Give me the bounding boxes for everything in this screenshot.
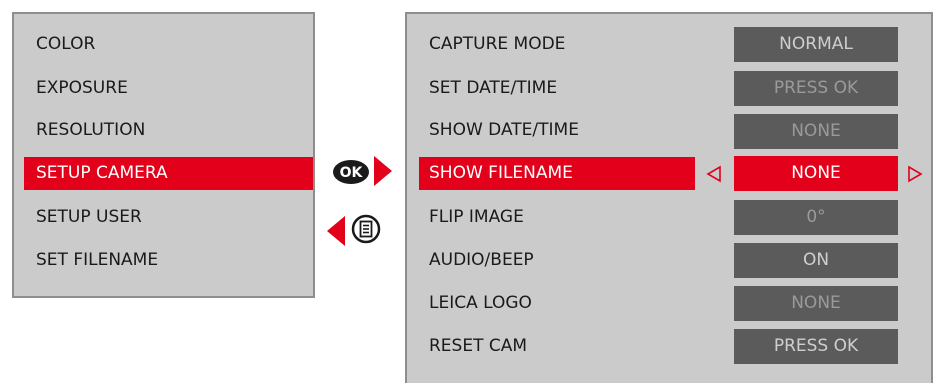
setting-label-reset-cam[interactable]: RESET CAM (419, 330, 695, 363)
setting-value-audio-beep[interactable]: ON (734, 243, 898, 278)
setting-value-show-date-time[interactable]: NONE (734, 114, 898, 149)
setup-camera-panel: CAPTURE MODE NORMAL SET DATE/TIME PRESS … (405, 12, 933, 383)
menu-item-color[interactable]: COLOR (24, 28, 313, 61)
back-arrow-icon (327, 216, 345, 246)
setting-label-audio-beep[interactable]: AUDIO/BEEP (419, 244, 695, 277)
setting-label-flip-image[interactable]: FLIP IMAGE (419, 201, 695, 234)
setting-label-set-date-time[interactable]: SET DATE/TIME (419, 72, 695, 105)
menu-item-setup-user[interactable]: SETUP USER (24, 201, 313, 234)
setting-value-leica-logo[interactable]: NONE (734, 286, 898, 321)
menu-item-resolution[interactable]: RESOLUTION (24, 114, 313, 147)
main-menu-panel: COLOR EXPOSURE RESOLUTION SETUP CAMERA S… (12, 12, 315, 298)
value-next-arrow-icon[interactable] (906, 165, 924, 183)
setting-value-reset-cam[interactable]: PRESS OK (734, 329, 898, 364)
setting-label-leica-logo[interactable]: LEICA LOGO (419, 287, 695, 320)
setting-label-show-filename[interactable]: SHOW FILENAME (419, 157, 695, 190)
setting-label-show-date-time[interactable]: SHOW DATE/TIME (419, 114, 695, 147)
ok-icon-label: OK (340, 165, 364, 181)
setting-value-capture-mode[interactable]: NORMAL (734, 27, 898, 62)
setting-value-set-date-time[interactable]: PRESS OK (734, 71, 898, 106)
menu-button-icon[interactable] (351, 214, 381, 244)
setting-value-show-filename[interactable]: NONE (734, 156, 898, 191)
setting-value-flip-image[interactable]: 0° (734, 200, 898, 235)
value-prev-arrow-icon[interactable] (705, 165, 723, 183)
setting-label-capture-mode[interactable]: CAPTURE MODE (419, 28, 695, 61)
menu-item-set-filename[interactable]: SET FILENAME (24, 244, 313, 277)
menu-item-setup-camera[interactable]: SETUP CAMERA (24, 157, 313, 190)
ok-button-icon[interactable]: OK (332, 159, 370, 185)
forward-arrow-icon (374, 156, 392, 186)
menu-item-exposure[interactable]: EXPOSURE (24, 72, 313, 105)
